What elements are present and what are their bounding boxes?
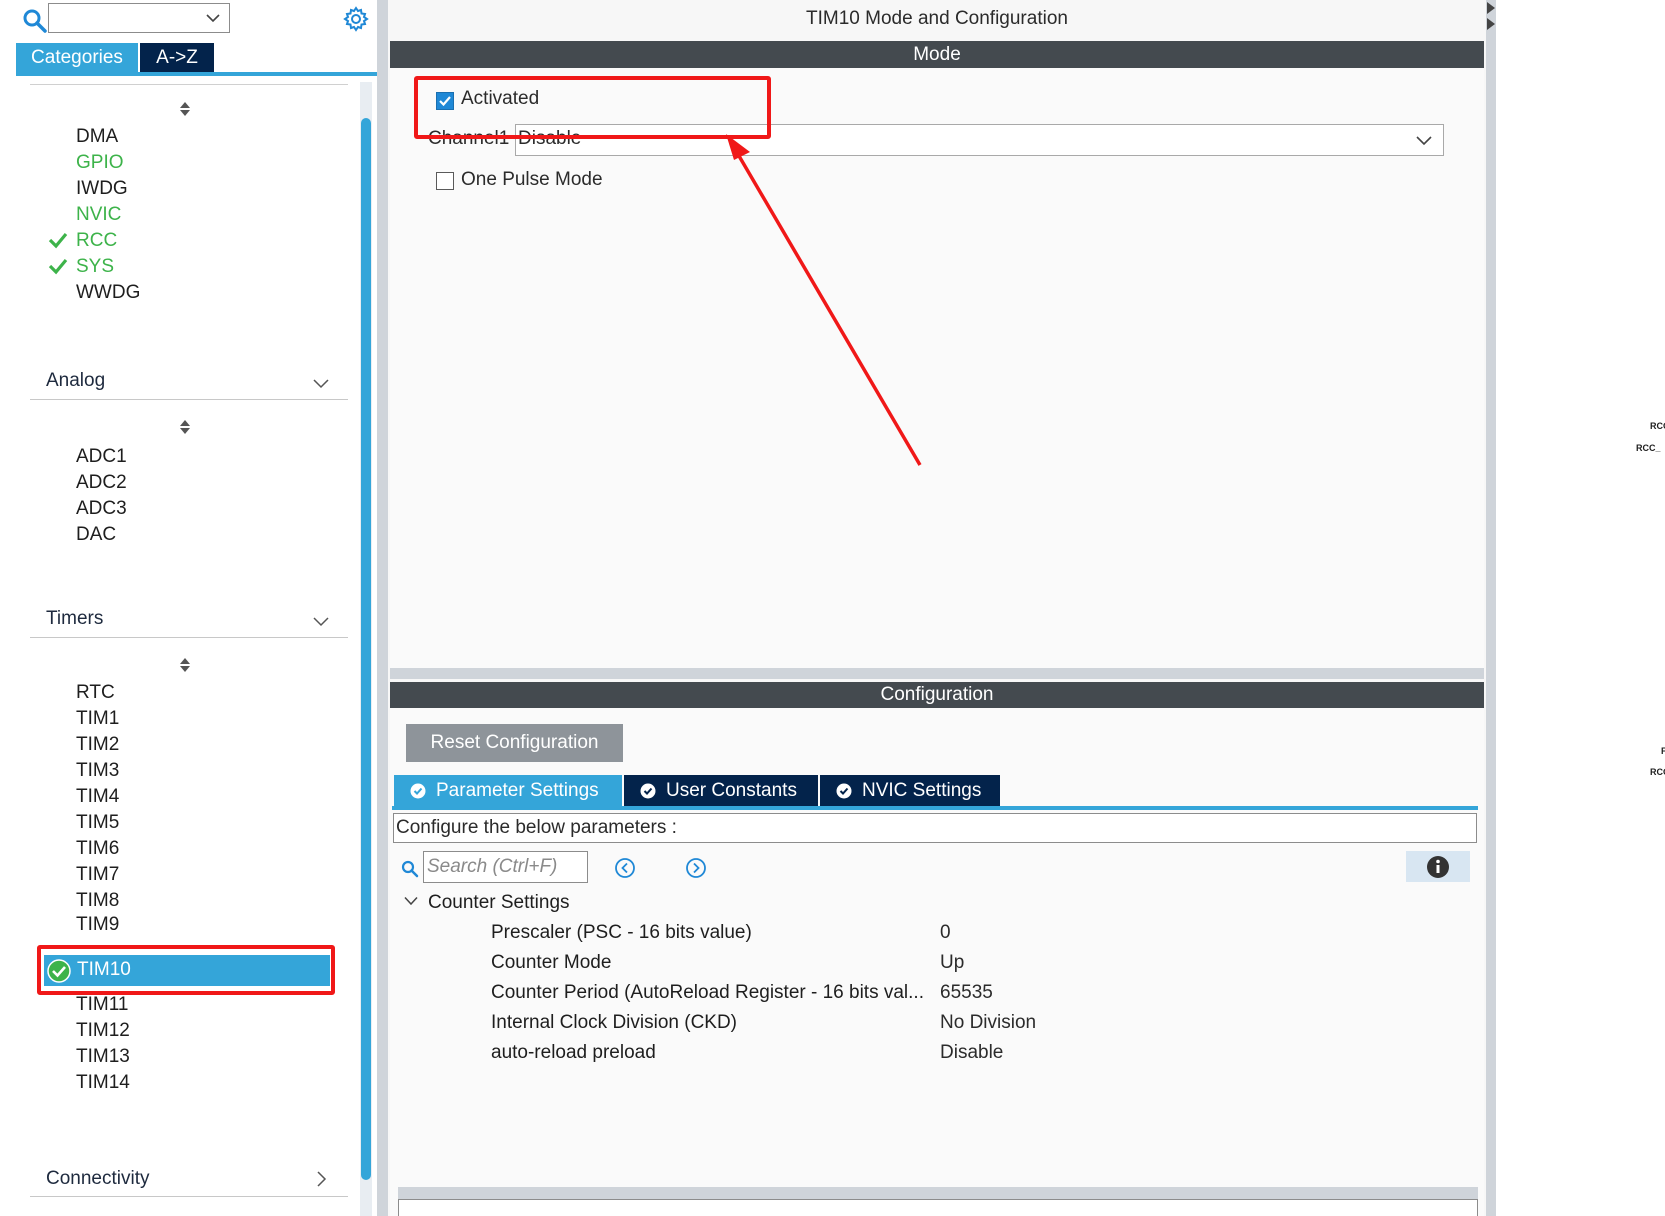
pin-label: F [1661,746,1665,756]
param-prescaler-name[interactable]: Prescaler (PSC - 16 bits value) [491,922,752,944]
divider [30,1196,348,1197]
search-placeholder: Search (Ctrl+F) [427,856,558,877]
check-icon [48,258,68,275]
param-autoreload-preload-value[interactable]: Disable [940,1042,1003,1064]
category-item-tim4[interactable]: TIM4 [76,784,119,810]
info-icon [1427,856,1449,878]
check-icon [48,232,68,249]
category-item-tim9[interactable]: TIM9 [76,912,119,938]
category-item-adc2[interactable]: ADC2 [76,470,127,496]
annotation-highlight-box [414,76,771,139]
category-item-nvic[interactable]: NVIC [76,202,121,228]
tab-label: User Constants [666,780,797,801]
tab-label: NVIC Settings [862,780,982,801]
param-clock-division-name[interactable]: Internal Clock Division (CKD) [491,1012,737,1034]
category-item-dma[interactable]: DMA [76,124,118,150]
panel-title: TIM10 Mode and Configuration [806,8,1068,29]
category-item-tim8[interactable]: TIM8 [76,888,119,914]
divider [30,399,348,400]
category-item-tim1[interactable]: TIM1 [76,706,119,732]
configuration-header: Configuration [390,682,1484,708]
param-counter-mode-value[interactable]: Up [940,952,964,974]
category-header-timers[interactable]: Timers [46,608,103,630]
tab-a-to-z[interactable]: A->Z [140,43,214,72]
category-item-tim7[interactable]: TIM7 [76,862,119,888]
tab-underline [16,72,377,76]
check-circle-icon [836,783,852,799]
tab-user-constants[interactable]: User Constants [624,775,818,807]
tab-label: Parameter Settings [436,780,599,801]
category-item-adc3[interactable]: ADC3 [76,496,127,522]
counter-settings-group[interactable]: Counter Settings [428,892,570,914]
sort-arrows-icon[interactable] [178,418,192,436]
category-item-tim12[interactable]: TIM12 [76,1018,130,1044]
tab-parameter-settings[interactable]: Parameter Settings [394,775,622,807]
param-counter-period-value[interactable]: 65535 [940,982,993,1004]
pin-label: RCC_ [1636,443,1661,453]
category-header-analog[interactable]: Analog [46,370,105,392]
param-counter-period-name[interactable]: Counter Period (AutoReload Register - 16… [491,982,924,1004]
chevron-down-icon[interactable] [312,616,330,628]
sort-arrows-icon[interactable] [178,100,192,118]
check-circle-icon [410,783,426,799]
category-item-tim13[interactable]: TIM13 [76,1044,130,1070]
param-autoreload-preload-name[interactable]: auto-reload preload [491,1042,656,1064]
panel-splitter[interactable] [390,668,1484,679]
annotation-highlight-box [37,945,335,995]
param-prescaler-value[interactable]: 0 [940,922,951,944]
next-result-icon[interactable] [685,857,707,879]
category-item-dac[interactable]: DAC [76,522,116,548]
panel-splitter[interactable] [398,1187,1478,1199]
search-icon[interactable] [401,860,419,878]
category-item-wwdg[interactable]: WWDG [76,280,140,306]
tab-categories[interactable]: Categories [16,43,138,72]
scrollbar-thumb[interactable] [361,118,371,1180]
annotation-arrow [726,134,922,466]
search-icon[interactable] [22,8,48,34]
param-counter-mode-name[interactable]: Counter Mode [491,952,611,974]
category-item-tim11[interactable]: TIM11 [76,992,128,1018]
tab-underline [392,806,1478,810]
chevron-right-icon[interactable] [316,1170,328,1188]
chevron-down-icon[interactable] [312,378,330,390]
category-item-tim2[interactable]: TIM2 [76,732,119,758]
category-item-tim3[interactable]: TIM3 [76,758,119,784]
category-item-tim5[interactable]: TIM5 [76,810,119,836]
category-item-adc1[interactable]: ADC1 [76,444,127,470]
configure-below-label: Configure the below parameters : [396,817,677,838]
panel-splitter[interactable] [1486,0,1496,1216]
tab-nvic-settings[interactable]: NVIC Settings [820,775,1000,807]
chevron-down-icon[interactable] [1415,135,1433,147]
collapse-arrow-icon[interactable] [1486,0,1496,40]
divider [30,637,348,638]
category-item-rtc[interactable]: RTC [76,680,115,706]
mode-header: Mode [390,41,1484,68]
one-pulse-mode-label[interactable]: One Pulse Mode [461,169,603,191]
chevron-down-icon[interactable] [404,896,418,906]
category-item-rcc[interactable]: RCC [76,228,117,254]
prev-result-icon[interactable] [614,857,636,879]
sort-arrows-icon[interactable] [178,656,192,674]
category-item-gpio[interactable]: GPIO [76,150,124,176]
pin-label: RCC [1650,767,1665,777]
search-combo-box[interactable] [48,3,230,33]
chevron-down-icon [206,14,220,23]
description-box [398,1199,1478,1216]
gear-icon[interactable] [342,5,370,33]
category-item-tim14[interactable]: TIM14 [76,1070,130,1096]
param-clock-division-value[interactable]: No Division [940,1012,1036,1034]
panel-splitter[interactable] [377,0,388,1216]
check-circle-icon [640,783,656,799]
category-item-iwdg[interactable]: IWDG [76,176,128,202]
category-item-tim6[interactable]: TIM6 [76,836,119,862]
reset-configuration-button[interactable]: Reset Configuration [406,724,623,762]
divider [30,84,348,85]
pin-label: RCC [1650,421,1665,431]
category-item-sys[interactable]: SYS [76,254,114,280]
category-header-connectivity[interactable]: Connectivity [46,1168,150,1190]
one-pulse-mode-checkbox[interactable] [436,172,454,190]
